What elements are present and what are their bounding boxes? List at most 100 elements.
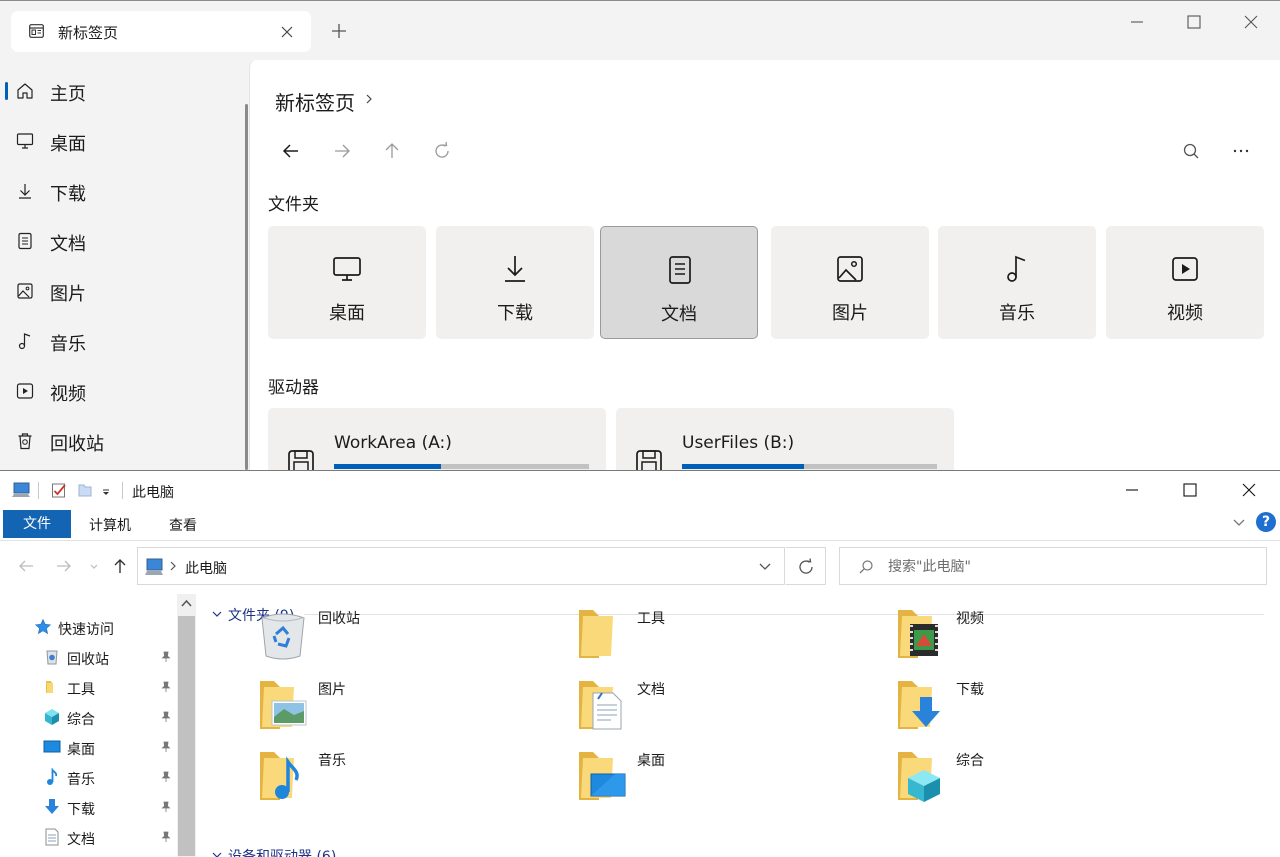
folder-card-desktop[interactable]: 桌面: [268, 226, 426, 339]
recent-locations-icon[interactable]: [88, 558, 100, 574]
window-title: 此电脑: [132, 485, 174, 501]
music-icon: [18, 333, 31, 350]
customize-toolbar-icon[interactable]: [101, 482, 111, 498]
folder-card-label: 音乐: [999, 303, 1035, 324]
document-icon: [18, 232, 32, 250]
folder-card-documents[interactable]: 文档: [600, 226, 758, 339]
minimize-icon[interactable]: [1124, 482, 1140, 498]
sidebar-item-documents[interactable]: 文档: [0, 221, 240, 261]
scroll-up-icon[interactable]: [181, 599, 192, 607]
address-text: 此电脑: [185, 561, 227, 577]
pin-icon[interactable]: [160, 801, 172, 813]
files-app-window: 新标签页 主页 桌面 下载 文档 图片 音乐 视频 回收站 新标签页 文件夹 桌…: [0, 0, 1280, 470]
sidebar-item-pictures[interactable]: 图片: [0, 271, 240, 311]
folder-item-desktop[interactable]: 桌面: [575, 748, 875, 808]
folder-card-music[interactable]: 音乐: [938, 226, 1096, 339]
folder-item-general[interactable]: 综合: [894, 748, 1194, 808]
search-icon[interactable]: [1181, 141, 1201, 161]
video-icon: [1172, 257, 1198, 281]
sidebar-item-label: 回收站: [50, 434, 104, 455]
sidebar-item-music[interactable]: 音乐: [0, 321, 240, 361]
browser-tab[interactable]: 新标签页: [11, 11, 311, 52]
forward-icon[interactable]: [332, 141, 352, 161]
scroll-thumb[interactable]: [178, 616, 195, 856]
sidebar-item-downloads[interactable]: 下载: [0, 171, 240, 211]
folder-item-pictures[interactable]: 图片: [256, 677, 556, 737]
folder-card-downloads[interactable]: 下载: [436, 226, 594, 339]
expand-ribbon-icon[interactable]: [1231, 517, 1247, 529]
sidebar-item-videos[interactable]: 视频: [0, 371, 240, 411]
new-folder-icon[interactable]: [77, 482, 93, 498]
download-icon: [505, 256, 525, 282]
folder-item-music[interactable]: 音乐: [256, 748, 556, 808]
close-window-icon[interactable]: [1242, 13, 1260, 31]
refresh-icon[interactable]: [432, 141, 452, 161]
navigation-scrollbar[interactable]: [177, 594, 196, 857]
more-options-icon[interactable]: [1231, 141, 1251, 161]
sidebar-item-desktop[interactable]: 桌面: [0, 121, 240, 161]
group-header-devices[interactable]: 设备和驱动器 (6): [228, 846, 336, 857]
separator: [122, 482, 123, 499]
drive-card-a[interactable]: WorkArea (A:): [268, 408, 606, 470]
folder-card-label: 桌面: [329, 303, 365, 324]
download-icon: [19, 184, 31, 199]
search-box[interactable]: [839, 547, 1267, 585]
drive-usage-bar: [682, 464, 937, 469]
refresh-button[interactable]: [786, 547, 826, 585]
tree-item-label: 下载: [67, 802, 95, 818]
up-icon[interactable]: [111, 558, 129, 574]
sidebar-scrollbar[interactable]: [245, 104, 248, 470]
ribbon-tab-file[interactable]: 文件: [3, 510, 71, 538]
maximize-icon[interactable]: [1185, 13, 1203, 31]
recycle-bin-icon: [46, 650, 58, 665]
help-icon[interactable]: ?: [1256, 512, 1276, 532]
minimize-icon[interactable]: [1128, 13, 1146, 31]
drive-label: WorkArea (A:): [334, 433, 452, 453]
new-tab-icon[interactable]: [330, 22, 348, 40]
up-icon[interactable]: [382, 141, 402, 161]
back-icon[interactable]: [281, 141, 301, 161]
chevron-right-icon[interactable]: [169, 560, 177, 572]
sidebar-item-recycle-bin[interactable]: 回收站: [0, 421, 240, 461]
selection-indicator: [5, 82, 8, 100]
properties-icon[interactable]: [51, 482, 67, 498]
recycle-bin-icon: [18, 433, 32, 450]
sidebar-item-home[interactable]: 主页: [0, 71, 240, 111]
desktop-folder-icon: [579, 752, 626, 800]
chevron-right-icon[interactable]: [364, 93, 374, 105]
ribbon-tab-view[interactable]: 查看: [169, 515, 197, 535]
folder-icon: [579, 610, 613, 658]
file-explorer-window: 此电脑 文件 计算机 查看 ? 此电脑 搜索"此电脑" 快速访问 回收站 工具 …: [0, 470, 1280, 857]
collapse-group-icon[interactable]: [212, 851, 222, 857]
pin-icon[interactable]: [160, 831, 172, 843]
collapse-group-icon[interactable]: [212, 610, 222, 618]
ribbon-tab-computer[interactable]: 计算机: [89, 515, 131, 535]
folder-item-documents[interactable]: 文档: [575, 677, 875, 737]
back-icon[interactable]: [17, 558, 35, 574]
maximize-icon[interactable]: [1182, 482, 1198, 498]
folder-card-pictures[interactable]: 图片: [771, 226, 929, 339]
folder-card-videos[interactable]: 视频: [1106, 226, 1264, 339]
this-pc-icon: [145, 558, 163, 575]
chevron-down-icon[interactable]: [758, 562, 772, 572]
star-icon: [34, 618, 52, 635]
drive-label: UserFiles (B:): [682, 433, 795, 453]
folder-item-tools[interactable]: 工具: [575, 606, 875, 666]
forward-icon[interactable]: [55, 558, 73, 574]
folder-item-recycle-bin[interactable]: 回收站: [256, 606, 556, 666]
drive-card-b[interactable]: UserFiles (B:): [616, 408, 954, 470]
pin-icon[interactable]: [160, 771, 172, 783]
folder-item-downloads[interactable]: 下载: [894, 677, 1194, 737]
folder-item-label: 综合: [956, 753, 984, 769]
folder-item-videos[interactable]: 视频: [894, 606, 1194, 666]
breadcrumb[interactable]: 新标签页: [275, 87, 355, 116]
pin-icon[interactable]: [160, 741, 172, 753]
search-input[interactable]: [888, 556, 1248, 578]
address-bar[interactable]: 此电脑: [137, 547, 785, 585]
pin-icon[interactable]: [160, 651, 172, 663]
close-window-icon[interactable]: [1241, 482, 1257, 498]
drives-heading: 驱动器: [268, 378, 319, 398]
pin-icon[interactable]: [160, 681, 172, 693]
close-tab-icon[interactable]: [280, 25, 294, 39]
pin-icon[interactable]: [160, 711, 172, 723]
